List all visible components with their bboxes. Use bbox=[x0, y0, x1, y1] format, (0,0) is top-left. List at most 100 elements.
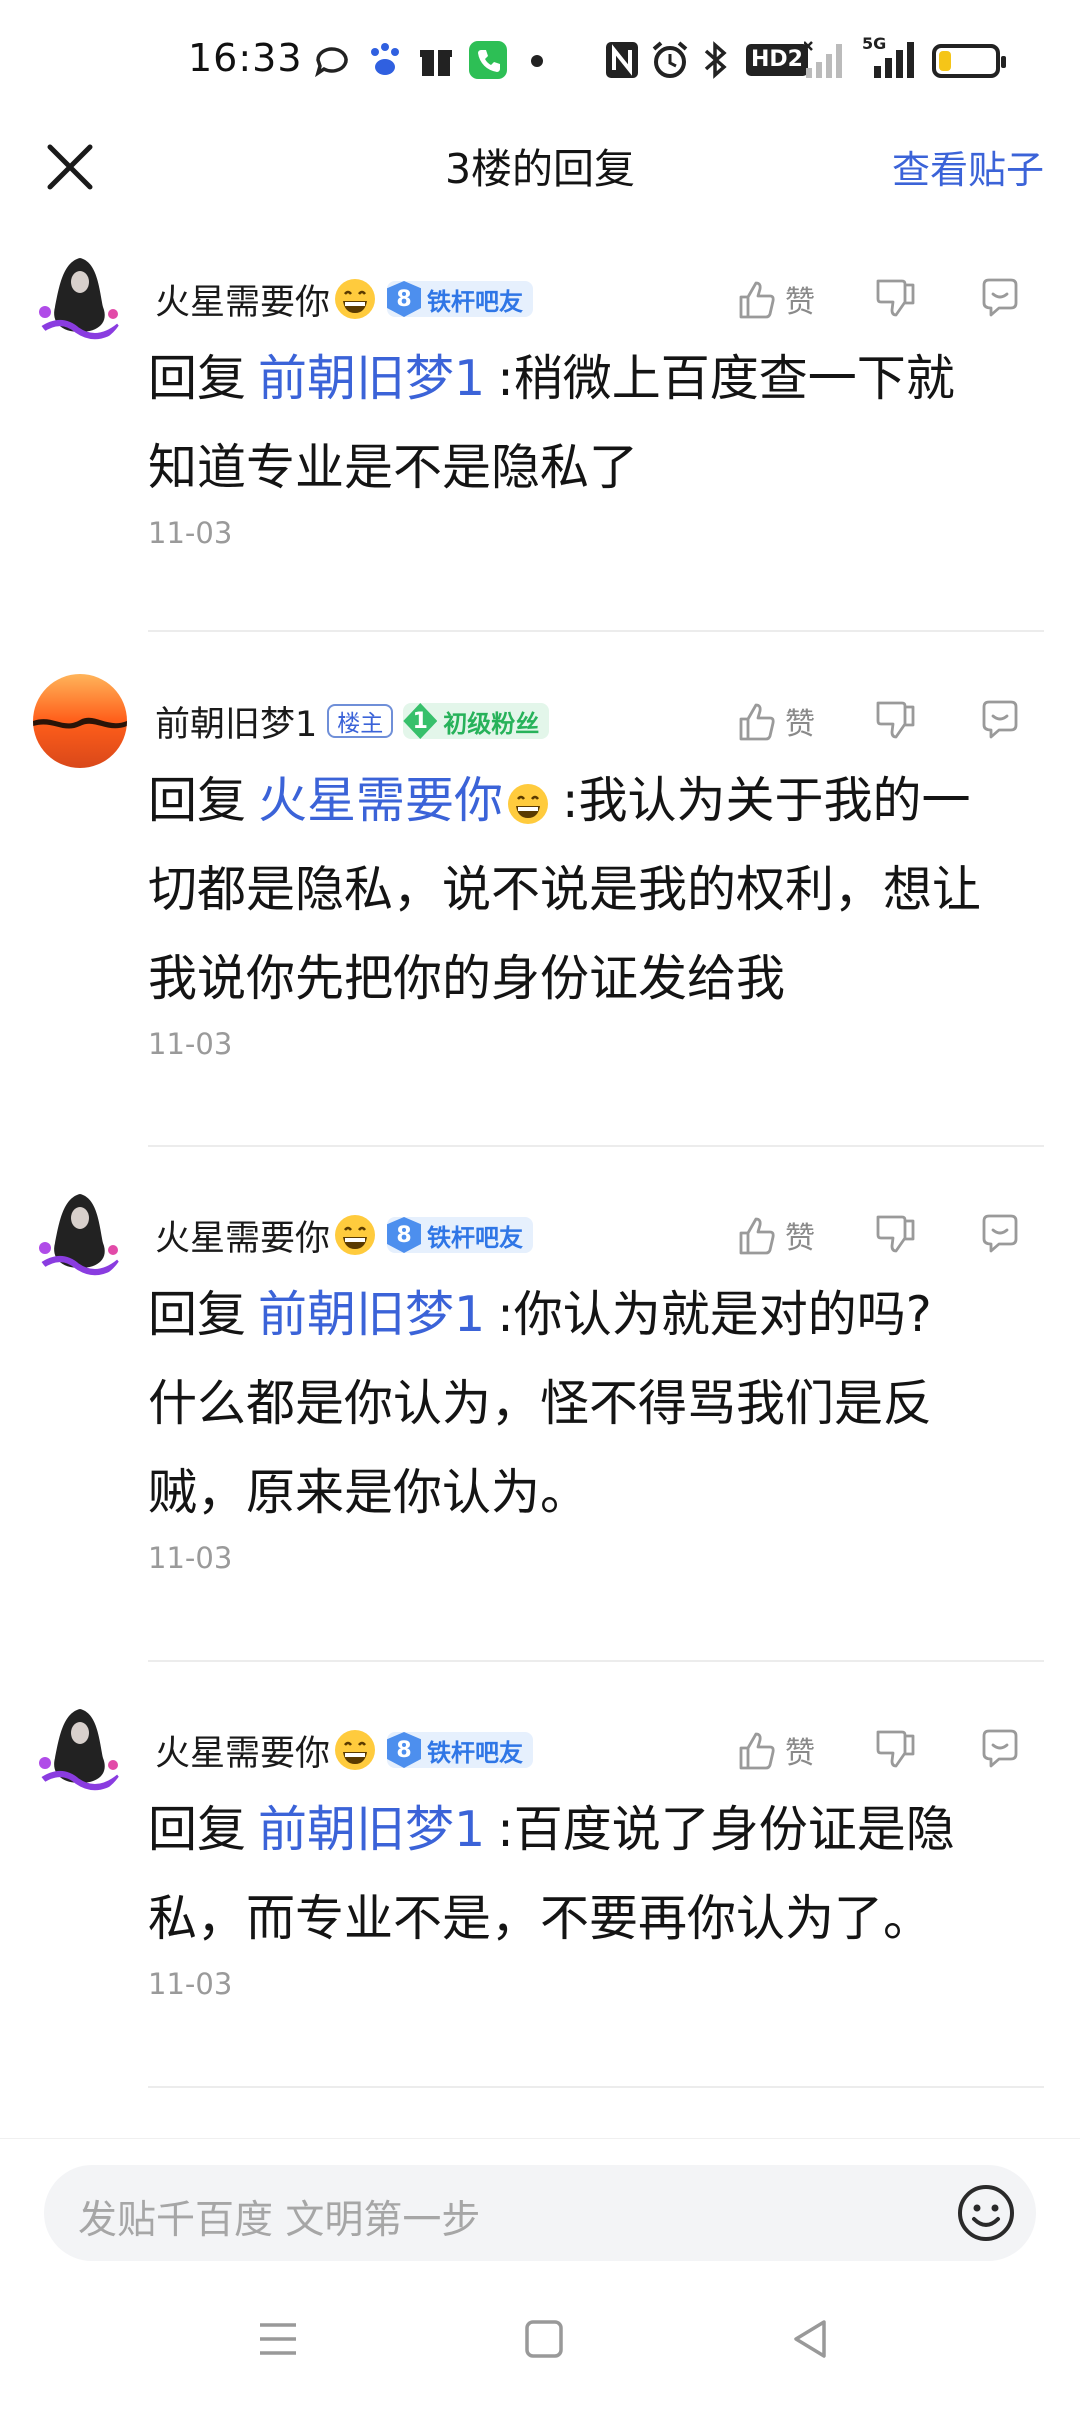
reply-text: 回复 前朝旧梦1:稍微上百度查一下就知道专业是不是隐私了 bbox=[148, 334, 1048, 512]
alarm-icon bbox=[652, 41, 688, 78]
post-input[interactable]: 发贴千百度 文明第一步 bbox=[44, 2165, 1036, 2261]
grin-emoji-icon bbox=[335, 279, 376, 319]
comment-icon bbox=[982, 1214, 1018, 1253]
reply-item: 前朝旧梦1 楼主 1 初级粉丝 赞回复 火星需要你:我认为关于我的一 切都是隐私，说不说是我… bbox=[0, 674, 1080, 1061]
member-badge: 8 铁杆吧友 bbox=[387, 281, 534, 317]
reply-text-line: 私，而专业不是，不要再你认为了。 bbox=[148, 1890, 933, 1947]
comment-button[interactable] bbox=[978, 1211, 1040, 1259]
grin-emoji-icon bbox=[508, 783, 549, 824]
like-button[interactable]: 赞 bbox=[735, 699, 860, 743]
back-icon[interactable] bbox=[788, 2317, 832, 2361]
thumbs-down-icon bbox=[876, 1215, 915, 1253]
mention-name: 前朝旧梦1 bbox=[258, 1801, 486, 1858]
reply-actions: 赞 bbox=[735, 1210, 1040, 1260]
comment-button[interactable] bbox=[978, 1726, 1040, 1774]
username[interactable]: 火星需要你 bbox=[155, 1210, 330, 1261]
like-label: 赞 bbox=[785, 707, 815, 742]
comment-button[interactable] bbox=[978, 697, 1040, 745]
nfc-icon bbox=[606, 42, 638, 78]
reply-text: 回复 火星需要你:我认为关于我的一 切都是隐私，说不说是我的权利，想让 我说你先把你的… bbox=[148, 756, 1048, 1023]
mention-link[interactable]: 火星需要你 bbox=[258, 772, 550, 829]
comment-button[interactable] bbox=[978, 275, 1040, 323]
thumbs-up-icon bbox=[739, 703, 775, 741]
dislike-button[interactable] bbox=[874, 697, 936, 745]
mention-link[interactable]: 前朝旧梦1 bbox=[258, 350, 485, 407]
reply-item: 火星需要你 8 铁杆吧友 赞回复 前朝旧梦1:稍微上百度查一下就知道专业是不是隐私了 11… bbox=[0, 252, 1080, 632]
like-label: 赞 bbox=[785, 1221, 815, 1256]
menu-icon[interactable] bbox=[256, 2317, 300, 2361]
member-badge: 8 铁杆吧友 bbox=[387, 1217, 534, 1253]
header: 3楼的回复 查看贴子 bbox=[0, 125, 1080, 225]
mention-name: 前朝旧梦1 bbox=[258, 1286, 486, 1343]
divider bbox=[148, 1145, 1044, 1147]
emoji-icon[interactable] bbox=[954, 2181, 1018, 2245]
like-button[interactable]: 赞 bbox=[735, 1728, 860, 1772]
mention-name: 火星需要你 bbox=[258, 772, 504, 829]
reply-actions: 赞 bbox=[735, 696, 1040, 746]
reply-date: 11-03 bbox=[148, 1967, 233, 2001]
mention-link[interactable]: 前朝旧梦1 bbox=[258, 1286, 485, 1343]
avatar[interactable] bbox=[33, 1188, 127, 1282]
badge-title: 初级粉丝 bbox=[443, 709, 540, 738]
username[interactable]: 火星需要你 bbox=[155, 274, 330, 325]
like-label: 赞 bbox=[785, 1736, 815, 1771]
thumbs-down-icon bbox=[876, 701, 915, 739]
thumbs-up-icon bbox=[739, 281, 775, 319]
reply-date: 11-03 bbox=[148, 516, 233, 550]
reply-text-line: :百度说了身份证是隐 bbox=[497, 1801, 955, 1858]
thumbs-down-icon bbox=[876, 279, 915, 317]
reply-text-line: :你认为就是对的吗? bbox=[497, 1286, 932, 1343]
dislike-button[interactable] bbox=[874, 1726, 936, 1774]
signal-weak-icon bbox=[804, 41, 842, 78]
divider bbox=[148, 2086, 1044, 2088]
chat-bubble-icon bbox=[315, 47, 348, 78]
like-button[interactable]: 赞 bbox=[735, 277, 860, 321]
divider bbox=[148, 630, 1044, 632]
username[interactable]: 火星需要你 bbox=[155, 1725, 330, 1776]
owner-badge: 楼主 bbox=[327, 704, 394, 738]
dislike-button[interactable] bbox=[874, 275, 936, 323]
level-number: 8 bbox=[387, 281, 422, 317]
like-button[interactable]: 赞 bbox=[735, 1213, 860, 1257]
reply-item: 火星需要你 8 铁杆吧友 赞回复 前朝旧梦1:百度说了身份证是隐 私，而专业不是，不要再你… bbox=[0, 1703, 1080, 2083]
thumbs-up-icon bbox=[739, 1217, 775, 1255]
reply-prefix: 回复 bbox=[148, 772, 247, 829]
system-nav-bar bbox=[0, 2285, 1080, 2395]
badge-title: 铁杆吧友 bbox=[427, 1738, 524, 1767]
mention-name: 前朝旧梦1 bbox=[258, 350, 486, 407]
reply-text-line: 知道专业是不是隐私了 bbox=[148, 439, 639, 496]
level-number: 1 bbox=[403, 703, 438, 739]
home-icon[interactable] bbox=[522, 2317, 566, 2361]
badge-title: 铁杆吧友 bbox=[427, 1223, 524, 1252]
hd-badge: HD2 bbox=[746, 44, 808, 76]
reply-text: 回复 前朝旧梦1:百度说了身份证是隐 私，而专业不是，不要再你认为了。 bbox=[148, 1785, 1048, 1963]
reply-text-line: 切都是隐私，说不说是我的权利，想让 bbox=[148, 861, 982, 918]
reply-item: 火星需要你 8 铁杆吧友 赞回复 前朝旧梦1:你认为就是对的吗? 什么都是你认为，怪不得骂… bbox=[0, 1188, 1080, 1575]
reply-actions: 赞 bbox=[735, 1725, 1040, 1775]
member-badge: 8 铁杆吧友 bbox=[387, 1732, 534, 1768]
thumbs-down-icon bbox=[876, 1730, 915, 1768]
view-post-link[interactable]: 查看贴子 bbox=[892, 139, 1044, 194]
user-info: 火星需要你 8 铁杆吧友 bbox=[155, 274, 534, 325]
dislike-button[interactable] bbox=[874, 1211, 936, 1259]
reply-actions: 赞 bbox=[735, 274, 1040, 324]
status-bar: 16:33 HD2 5G bbox=[0, 0, 1080, 125]
reply-text-line: :稍微上百度查一下就 bbox=[497, 350, 955, 407]
avatar[interactable] bbox=[33, 674, 127, 768]
avatar[interactable] bbox=[33, 252, 127, 346]
member-badge: 1 初级粉丝 bbox=[403, 703, 550, 739]
grin-emoji-icon bbox=[335, 1215, 376, 1255]
mention-link[interactable]: 前朝旧梦1 bbox=[258, 1801, 485, 1858]
signal-strong-icon bbox=[874, 42, 914, 78]
username[interactable]: 前朝旧梦1 bbox=[155, 696, 317, 747]
like-label: 赞 bbox=[785, 285, 815, 320]
bluetooth-icon bbox=[704, 41, 727, 79]
dot-icon bbox=[531, 55, 543, 67]
divider bbox=[148, 1660, 1044, 1662]
reply-prefix: 回复 bbox=[148, 350, 247, 407]
reply-date: 11-03 bbox=[148, 1027, 233, 1061]
reply-text-line: 我说你先把你的身份证发给我 bbox=[148, 950, 786, 1007]
avatar[interactable] bbox=[33, 1703, 127, 1797]
phone-call-icon bbox=[469, 41, 507, 79]
reply-text: 回复 前朝旧梦1:你认为就是对的吗? 什么都是你认为，怪不得骂我们是反 贼，原来是你认… bbox=[148, 1270, 1048, 1537]
